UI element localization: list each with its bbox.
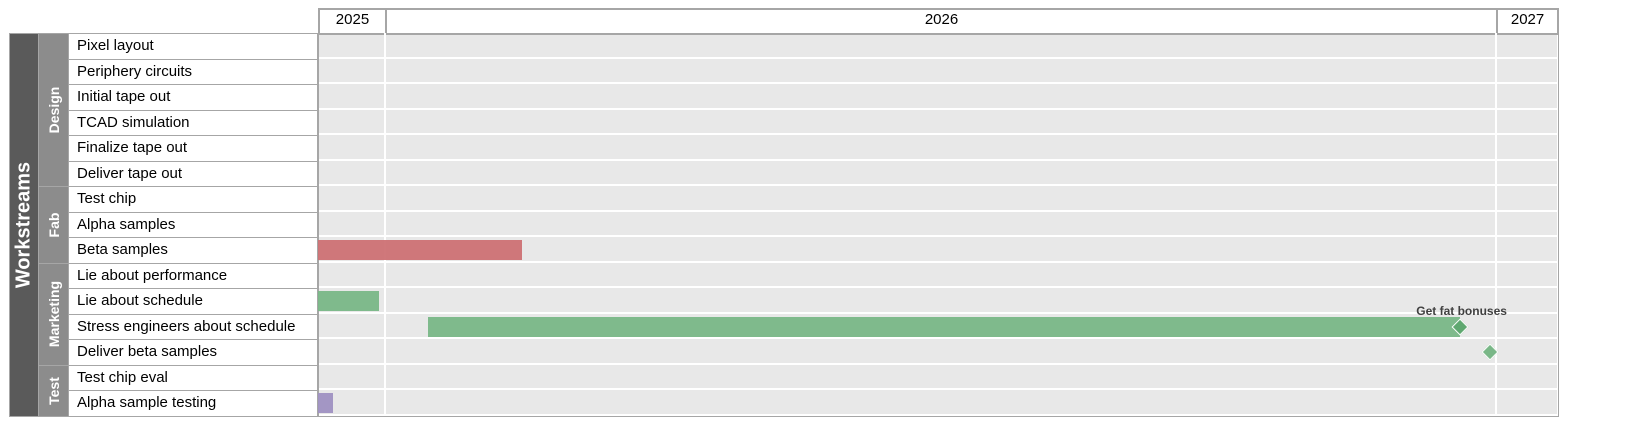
workstreams-label: Workstreams <box>12 161 35 289</box>
task-bar <box>318 240 522 261</box>
task-label: Finalize tape out <box>68 135 319 162</box>
task-label: Beta samples <box>68 237 319 264</box>
task-label: Periphery circuits <box>68 58 319 86</box>
workstreams-axis-label-cell: Workstreams <box>9 33 39 417</box>
group-cell-design: Design <box>38 33 69 188</box>
plot-border <box>318 33 1559 417</box>
year-header: 2026 <box>384 8 1499 35</box>
task-label: Initial tape out <box>68 84 319 111</box>
task-label: TCAD simulation <box>68 109 319 137</box>
task-label: Alpha sample testing <box>68 390 319 417</box>
year-header: 2027 <box>1496 8 1559 35</box>
task-label: Pixel layout <box>68 33 319 60</box>
group-cell-marketing: Marketing <box>38 262 69 366</box>
task-bar <box>318 393 334 414</box>
milestone-label: Get fat bonuses <box>1416 303 1507 318</box>
task-label: Alpha samples <box>68 211 319 239</box>
task-label: Lie about performance <box>68 262 319 290</box>
group-label: Design <box>45 86 62 134</box>
year-header: 2025 <box>318 8 387 35</box>
task-label: Test chip <box>68 186 319 213</box>
task-label: Stress engineers about schedule <box>68 313 319 341</box>
task-bar <box>427 316 1460 337</box>
group-cell-test: Test <box>38 364 69 417</box>
group-label: Marketing <box>45 281 62 348</box>
group-cell-fab: Fab <box>38 186 69 264</box>
task-label: Deliver tape out <box>68 160 319 188</box>
group-label: Test <box>45 377 62 405</box>
task-label: Test chip eval <box>68 364 319 392</box>
task-bar <box>318 291 379 312</box>
task-label: Lie about schedule <box>68 288 319 315</box>
task-label: Deliver beta samples <box>68 339 319 366</box>
group-label: Fab <box>45 212 62 238</box>
